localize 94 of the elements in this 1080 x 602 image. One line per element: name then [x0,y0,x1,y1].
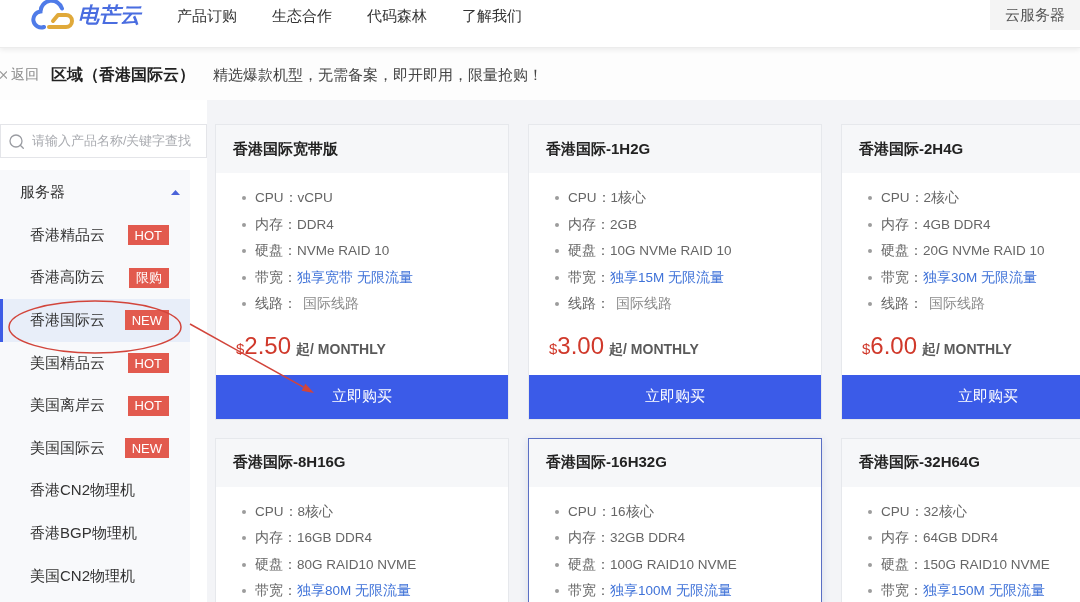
spec-text: 硬盘：20G NVMe RAID 10 [881,242,1045,261]
bullet-icon [242,275,246,280]
tag-badge: 限购 [129,267,169,288]
sidebar-item[interactable]: 美国精品云 HOT [0,341,190,385]
bullet-icon [242,562,246,567]
nav-link[interactable]: 产品订购 [177,0,237,32]
spec-text: 内存：32GB DDR4 [568,529,686,548]
bullet-icon [555,196,559,201]
bullet-icon [868,196,872,201]
back-link[interactable]: 返回 [0,66,39,84]
sidebar-item[interactable]: 香港BGP物理机 [0,512,190,555]
bullet-icon [242,249,246,254]
card-title: 香港国际-8H16G [216,438,508,487]
spec-text: 硬盘：150G RAID10 NVME [881,555,1050,574]
price-text: $6.00 起/ MONTHLY [861,331,1013,361]
category-tab[interactable]: 云服务器 [990,0,1080,30]
bullet-icon [868,275,872,280]
bullet-icon [242,509,246,514]
spec-text: 内存：4GB DDR4 [881,215,991,234]
cloud-icon [30,0,76,30]
bullet-icon [868,536,872,541]
spec-text: 带宽：独享150M 无限流量 [881,582,1045,601]
tag-badge: NEW [124,310,169,331]
spec-text: 硬盘：NVMe RAID 10 [255,242,390,261]
bullet-icon [555,222,559,227]
spec-text: 线路： 国际线路 [568,295,672,314]
bullet-icon [555,509,559,514]
sidebar-item[interactable]: 美国离岸云 HOT [0,384,190,427]
tag-badge: NEW [124,438,169,459]
card-title: 香港国际-2H4G [842,125,1080,173]
nav-link[interactable]: 生态合作 [272,0,332,32]
spec-text: CPU：vCPU [255,189,333,208]
bullet-icon [242,196,246,201]
spec-text: 线路： 国际线路 [255,295,359,314]
spec-text: 硬盘：10G NVMe RAID 10 [568,242,732,261]
bullet-icon [242,302,246,307]
card-title: 香港国际-32H64G [842,438,1080,487]
search-field[interactable]: 请输入产品名称/关键字查找 [0,124,207,158]
spec-text: 硬盘：80G RAID10 NVME [255,555,417,574]
sidebar-item[interactable]: 香港CN2物理机 [0,469,190,513]
spec-text: 带宽：独享30M 无限流量 [881,268,1037,287]
bullet-icon [242,222,246,227]
tag-badge: HOT [127,353,169,374]
sidebar-item[interactable]: 香港国际云 NEW [0,299,190,342]
card-title: 香港国际-16H32G [529,438,821,487]
bullet-icon [868,509,872,514]
bullet-icon [868,249,872,254]
page-title: 区域（香港国际云） [51,64,195,85]
buy-button[interactable]: 立即购买 [216,374,508,419]
spec-text: 带宽：独享15M 无限流量 [568,268,724,287]
spec-text: CPU：16核心 [568,502,654,521]
sidebar-item[interactable]: 美国CN2物理机 [0,554,190,598]
spec-text: 带宽：独享100M 无限流量 [568,582,732,601]
bullet-icon [242,589,246,594]
spec-text: 内存：DDR4 [255,215,334,234]
spec-text: 内存：64GB DDR4 [881,529,999,548]
spec-text: 内存：16GB DDR4 [255,529,373,548]
spec-text: 硬盘：100G RAID10 NVME [568,555,737,574]
price-text: $3.00 起/ MONTHLY [548,331,700,361]
bullet-icon [868,222,872,227]
bullet-icon [555,302,559,307]
bullet-icon [868,302,872,307]
bullet-icon [868,562,872,567]
spec-text: 线路： 国际线路 [881,295,985,314]
sidebar-item[interactable]: 美国国际云 NEW [0,426,190,470]
card-title: 香港国际-1H2G [529,125,821,173]
spec-text: CPU：2核心 [881,189,960,208]
spec-text: 带宽：独享80M 无限流量 [255,582,411,601]
tagline-text: 精选爆款机型，无需备案，即开即用，限量抢购！ [213,65,543,85]
bullet-icon [555,275,559,280]
sidebar-item[interactable]: 香港精品云 HOT [0,214,190,257]
cross-icon [0,71,7,79]
tag-badge: HOT [127,395,169,416]
bullet-icon [868,589,872,594]
buy-button[interactable]: 立即购买 [529,374,821,419]
spec-text: CPU：32核心 [881,502,967,521]
spec-text: CPU：1核心 [568,189,647,208]
spec-text: 带宽：独享宽带 无限流量 [255,268,413,287]
search-icon [9,134,24,149]
bullet-icon [555,562,559,567]
nav-link[interactable]: 了解我们 [462,0,522,32]
bullet-icon [555,249,559,254]
buy-button[interactable]: 立即购买 [842,374,1080,419]
bullet-icon [555,536,559,541]
spec-text: CPU：8核心 [255,502,334,521]
sidebar-item[interactable]: 香港高防云 限购 [0,256,190,300]
tag-badge: HOT [127,225,169,246]
spec-text: 内存：2GB [568,215,637,234]
bullet-icon [242,536,246,541]
menu-group-toggle[interactable]: 服务器 [0,170,190,214]
nav-link[interactable]: 代码森林 [367,0,427,32]
bullet-icon [555,589,559,594]
logo-text: 电芒云 [78,2,141,28]
card-title: 香港国际宽带版 [216,125,508,173]
